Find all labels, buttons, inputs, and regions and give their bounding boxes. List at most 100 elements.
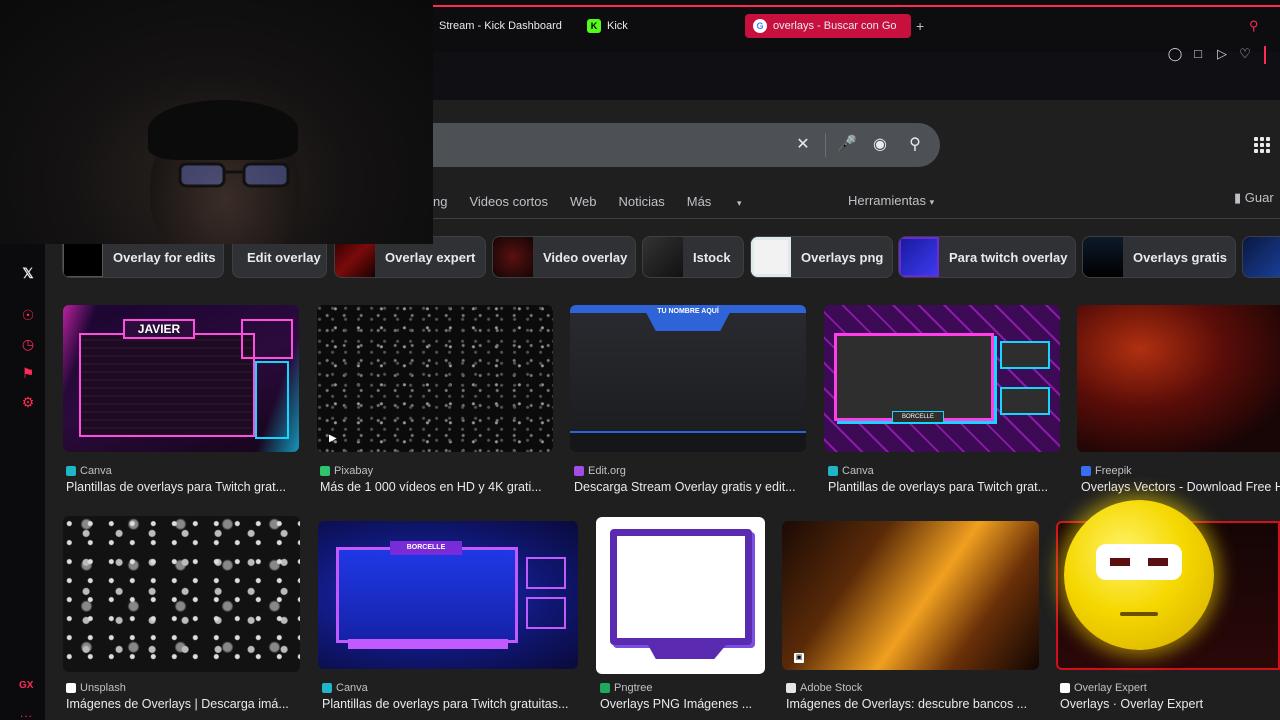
- chip-overlays-png[interactable]: Overlays png: [750, 236, 893, 278]
- settings-icon[interactable]: ⚙: [19, 393, 37, 411]
- result-image[interactable]: ▶: [317, 305, 553, 452]
- tab-images[interactable]: ng: [433, 194, 447, 209]
- tab-accent-line: [433, 5, 1280, 7]
- chip-overlays-gratis[interactable]: Overlays gratis: [1082, 236, 1236, 278]
- result-image[interactable]: [596, 517, 765, 674]
- freepik-icon: [1081, 466, 1091, 476]
- play-icon: ▶: [329, 433, 337, 444]
- microphone-icon[interactable]: 🎤: [837, 136, 857, 154]
- address-bar-area: ◯ □ ▷ ♡: [433, 46, 1280, 100]
- result-title[interactable]: Overlays Vectors - Download Free H: [1081, 480, 1280, 494]
- heart-icon[interactable]: ♡: [1237, 46, 1253, 62]
- result-source: Pixabay: [320, 465, 373, 477]
- browser-sidebar: 𝕏 ☉ ◷ ⚑ ⚙ GX ...: [0, 244, 45, 720]
- image-caption-text: TU NOMBRE AQUÍ: [642, 305, 734, 331]
- result-title[interactable]: Más de 1 000 vídeos en HD y 4K grati...: [320, 480, 550, 494]
- tab-kick[interactable]: K Kick: [587, 14, 628, 38]
- saved-button[interactable]: ▮ Guar: [1234, 190, 1274, 206]
- image-caption-text: BORCELLE: [390, 541, 462, 555]
- result-image[interactable]: ▣: [782, 521, 1039, 670]
- kick-icon: K: [587, 19, 601, 33]
- result-title[interactable]: Imágenes de Overlays | Descarga imá...: [66, 697, 298, 711]
- search-tabs-icon[interactable]: ⚲: [1249, 14, 1259, 38]
- emoji-overlay: [1064, 500, 1214, 650]
- result-image[interactable]: BORCELLE: [318, 521, 578, 669]
- result-source: Overlay Expert: [1060, 682, 1147, 694]
- send-icon[interactable]: ▷: [1214, 46, 1230, 62]
- chip-thumbnail: [899, 237, 939, 277]
- person-hair: [148, 100, 298, 160]
- editorg-icon: [574, 466, 584, 476]
- chevron-down-icon: ▾: [929, 197, 935, 207]
- canva-icon: [66, 466, 76, 476]
- result-source: Canva: [66, 465, 112, 477]
- pngtree-icon: [600, 683, 610, 693]
- new-tab-button[interactable]: +: [916, 14, 924, 38]
- extensions-icon[interactable]: ⚑: [19, 364, 37, 382]
- glasses-graphic: [178, 162, 290, 188]
- result-source: Pngtree: [600, 682, 653, 694]
- result-source: Canva: [828, 465, 874, 477]
- nav-divider: [433, 218, 1280, 219]
- chip-video-overlay[interactable]: Video overlay: [492, 236, 636, 278]
- pixabay-icon: [320, 466, 330, 476]
- snapshot-icon[interactable]: □: [1190, 46, 1206, 62]
- x-twitter-icon[interactable]: 𝕏: [19, 264, 37, 282]
- chip-thumbnail: [643, 237, 683, 277]
- adobe-stock-icon: [786, 683, 796, 693]
- tab-label: Kick: [607, 20, 628, 32]
- image-badge-icon: ▣: [794, 653, 804, 663]
- search-icon[interactable]: ⚲: [906, 136, 924, 154]
- chip-istock[interactable]: Istock: [642, 236, 744, 278]
- result-title[interactable]: Descarga Stream Overlay gratis y edit...: [574, 480, 804, 494]
- result-source: Adobe Stock: [786, 682, 862, 694]
- apps-grid-icon[interactable]: [1254, 137, 1270, 153]
- tab-kick-dashboard[interactable]: Stream - Kick Dashboard: [439, 14, 562, 38]
- chip-para-twitch-overlay[interactable]: Para twitch overlay: [898, 236, 1076, 278]
- result-source: Unsplash: [66, 682, 126, 694]
- result-title[interactable]: Imágenes de Overlays: descubre bancos ..…: [786, 697, 1036, 711]
- webcam-overlay: [0, 0, 433, 244]
- result-title[interactable]: Overlays · Overlay Expert: [1060, 697, 1278, 711]
- result-image[interactable]: TU NOMBRE AQUÍ: [570, 305, 806, 452]
- result-title[interactable]: Plantillas de overlays para Twitch grat.…: [828, 480, 1058, 494]
- result-title[interactable]: Plantillas de overlays para Twitch grat.…: [66, 480, 296, 494]
- search-box[interactable]: ✕ 🎤 ◉ ⚲: [380, 123, 940, 167]
- tab-more[interactable]: Más ▾: [687, 194, 764, 209]
- screen: Stream - Kick Dashboard K Kick G overlay…: [0, 0, 1280, 720]
- search-nav-tabs: ng Videos cortos Web Noticias Más ▾: [433, 190, 785, 212]
- result-source: Canva: [322, 682, 368, 694]
- bookmark-icon: ▮: [1234, 190, 1242, 205]
- player-icon[interactable]: ☉: [19, 306, 37, 324]
- more-icon[interactable]: ...: [20, 706, 33, 720]
- chip-more[interactable]: [1242, 236, 1280, 278]
- image-caption-text: JAVIER: [123, 319, 195, 339]
- tab-web[interactable]: Web: [570, 194, 597, 209]
- canva-icon: [828, 466, 838, 476]
- image-caption-text: BORCELLE: [892, 411, 944, 423]
- result-source: Freepik: [1081, 465, 1132, 477]
- result-title[interactable]: Plantillas de overlays para Twitch gratu…: [322, 697, 576, 711]
- pin-icon[interactable]: ◯: [1167, 46, 1183, 62]
- history-icon[interactable]: ◷: [19, 335, 37, 353]
- tab-news[interactable]: Noticias: [619, 194, 665, 209]
- chip-thumbnail: [1083, 237, 1123, 277]
- gx-label[interactable]: GX: [19, 680, 33, 691]
- result-source: Edit.org: [574, 465, 626, 477]
- clear-icon[interactable]: ✕: [794, 136, 812, 154]
- result-image[interactable]: [1077, 305, 1280, 452]
- tab-short-videos[interactable]: Videos cortos: [469, 194, 548, 209]
- tab-label: overlays - Buscar con Go: [773, 20, 897, 32]
- chevron-down-icon: ▾: [736, 197, 742, 208]
- tab-google-search[interactable]: G overlays - Buscar con Go: [745, 14, 911, 38]
- overlay-expert-icon: [1060, 683, 1070, 693]
- chip-thumbnail: [1243, 237, 1280, 277]
- tools-button[interactable]: Herramientas ▾: [848, 193, 934, 208]
- result-image[interactable]: [63, 516, 300, 672]
- google-icon: G: [753, 19, 767, 33]
- tab-label: Stream - Kick Dashboard: [439, 20, 562, 32]
- camera-search-icon[interactable]: ◉: [871, 136, 889, 154]
- result-image[interactable]: BORCELLE: [824, 305, 1060, 452]
- result-image[interactable]: JAVIER: [63, 305, 299, 452]
- result-title[interactable]: Overlays PNG Imágenes ...: [600, 697, 764, 711]
